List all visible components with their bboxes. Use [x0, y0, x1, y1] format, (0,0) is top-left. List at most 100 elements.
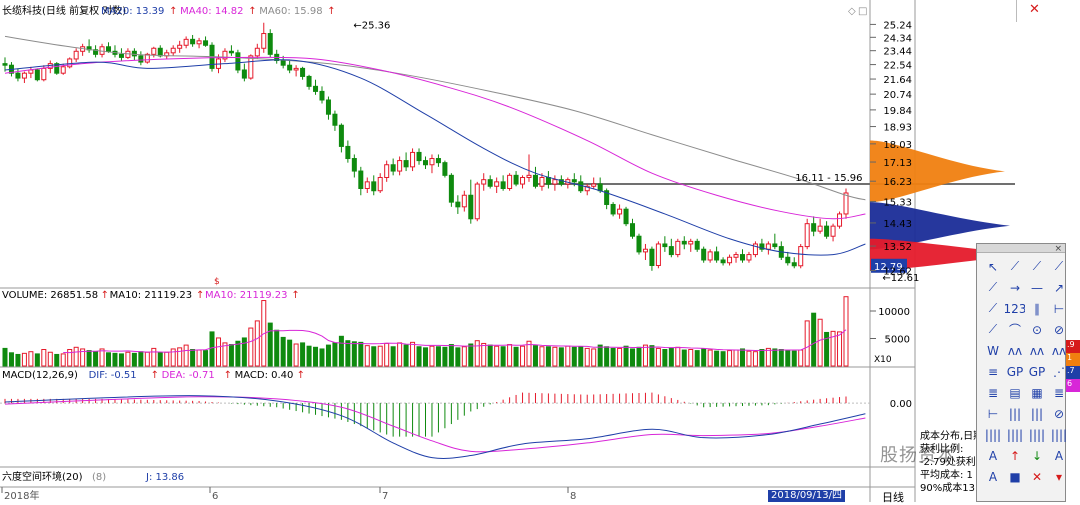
volume-bar	[41, 349, 47, 367]
candle-body	[649, 248, 655, 266]
volume-bar	[694, 350, 700, 367]
parallel-icon[interactable]: ∥	[1027, 299, 1047, 318]
cursor-icon[interactable]: ↖	[983, 257, 1003, 276]
volume-bar	[500, 346, 506, 367]
volume-bar	[235, 340, 241, 367]
volume-bar	[655, 347, 661, 367]
up-arrow-icon[interactable]: ↗	[1049, 278, 1069, 297]
candle-body	[707, 251, 713, 261]
volume-bar	[241, 337, 247, 367]
panel-title: MACD(12,26,9)	[2, 370, 78, 381]
arrow-line-icon[interactable]: →	[1005, 278, 1025, 297]
volume-bar	[300, 342, 306, 367]
wave-w-icon[interactable]: W	[983, 341, 1003, 360]
candle-body	[190, 38, 196, 45]
gp-icon[interactable]: GP	[1005, 362, 1025, 381]
ray-icon[interactable]: ⟋	[1027, 257, 1047, 276]
drawing-tool-palette[interactable]: × ↖ ⟋ ⟋ ⟋ ⟋ → — ↗ ⟋ 123 ∥ ⊢ ⟋ ⌒ ⊙ ⊘ Wʌʌ ʌʌ ʌʌ ≡ GP GP ⋰ ≣ ▤ ▦ ≣ ⊢ ||…	[976, 243, 1069, 502]
volume-bar	[254, 320, 260, 367]
close-icon[interactable]: ✕	[1029, 2, 1040, 17]
segment-icon[interactable]: ⟋	[983, 278, 1003, 297]
volume-bar	[248, 327, 254, 367]
sliver-tab: .7	[1066, 366, 1080, 379]
wave-icon[interactable]: ʌʌ	[1005, 341, 1025, 360]
volume-bar	[668, 347, 674, 367]
candle-body	[410, 151, 416, 168]
volume-bar	[21, 352, 27, 367]
volume-bar	[112, 352, 118, 367]
candle-body	[642, 248, 648, 253]
candle-body	[727, 256, 733, 264]
volume-bar	[99, 348, 105, 367]
cost-line: 平均成本: 1	[920, 470, 973, 481]
candle-body	[435, 158, 441, 164]
legend-arrow: ↑	[291, 290, 299, 301]
candle-body	[28, 69, 34, 74]
candle-body	[811, 223, 817, 232]
volume-bar	[507, 344, 513, 367]
bars-icon[interactable]: |||	[1005, 404, 1025, 423]
volume-bar	[539, 346, 545, 367]
slash-icon[interactable]: ⟋	[1049, 257, 1069, 276]
cycle-icon[interactable]: ⊘	[1049, 404, 1069, 423]
period-label[interactable]: 日线	[882, 489, 904, 505]
legend-entry: DEA: -0.71	[162, 370, 215, 381]
volume-bar	[727, 350, 733, 367]
no-icon[interactable]: ⊘	[1049, 320, 1069, 339]
grid-icon[interactable]: ≡	[983, 362, 1003, 381]
gp2-icon[interactable]: GP	[1027, 362, 1047, 381]
volume-bar	[817, 318, 823, 367]
horizontal-line-icon[interactable]: —	[1027, 278, 1047, 297]
volume-bar	[410, 341, 416, 367]
pin-icon[interactable]: ▾	[1049, 467, 1069, 486]
circle-icon[interactable]: ⊙	[1027, 320, 1047, 339]
box-icon[interactable]: ▤	[1005, 383, 1025, 402]
candle-body	[461, 194, 467, 208]
text-a-icon[interactable]: A	[983, 446, 1003, 465]
fall-icon[interactable]: ↓	[1027, 446, 1047, 465]
candle-body	[371, 181, 377, 192]
bracket-icon[interactable]: ⊢	[983, 404, 1003, 423]
volume-bar	[565, 345, 571, 367]
box2-icon[interactable]: ▦	[1027, 383, 1047, 402]
volume-bar	[532, 345, 538, 367]
number-label-icon[interactable]: 123	[1005, 299, 1025, 318]
candle-body	[293, 67, 299, 71]
palette-close-icon[interactable]: ×	[1054, 244, 1062, 254]
wave2-icon[interactable]: ʌʌ	[1027, 341, 1047, 360]
volume-bar	[824, 331, 830, 367]
rise-icon[interactable]: ↑	[1005, 446, 1025, 465]
volume-bar	[8, 352, 14, 367]
delete-icon[interactable]: ✕	[1027, 467, 1047, 486]
candle-body	[138, 55, 144, 63]
barcode3-icon[interactable]: ||||	[1027, 425, 1047, 444]
volume-bar	[688, 349, 694, 367]
palette-titlebar[interactable]	[977, 244, 1065, 253]
square-icon[interactable]: ■	[1005, 467, 1025, 486]
barcode-icon[interactable]: ||||	[983, 425, 1003, 444]
volume-bar	[338, 335, 344, 367]
candle-body	[332, 113, 338, 126]
volume-bar	[701, 348, 707, 367]
legend-entry: MA60: 15.98	[259, 6, 322, 17]
candle-body	[351, 158, 357, 172]
volume-bar	[468, 343, 474, 367]
text-a2-icon[interactable]: A	[1049, 446, 1069, 465]
barcode2-icon[interactable]: ||||	[1005, 425, 1025, 444]
volume-bar	[571, 346, 577, 367]
candle-body	[254, 47, 260, 57]
vertical-icon[interactable]: ⊢	[1049, 299, 1069, 318]
line-icon[interactable]: ⟋	[1005, 257, 1025, 276]
bars2-icon[interactable]: |||	[1027, 404, 1047, 423]
text-a3-icon[interactable]: A	[983, 467, 1003, 486]
volume-bar	[837, 331, 843, 367]
barcode4-icon[interactable]: ||||	[1049, 425, 1069, 444]
legend-arrow: ↑	[101, 290, 109, 301]
fork-icon[interactable]: ⟋	[983, 320, 1003, 339]
volume-tick-label: 5000	[885, 335, 910, 346]
candle-body	[157, 47, 163, 57]
line2-icon[interactable]: ⟋	[983, 299, 1003, 318]
fib-icon[interactable]: ≣	[983, 383, 1003, 402]
stock-chart-canvas[interactable]: ←25.3616.11 - 15.96←12.6112.79$ 25.2424.…	[0, 0, 1080, 502]
arc-icon[interactable]: ⌒	[1005, 320, 1025, 339]
